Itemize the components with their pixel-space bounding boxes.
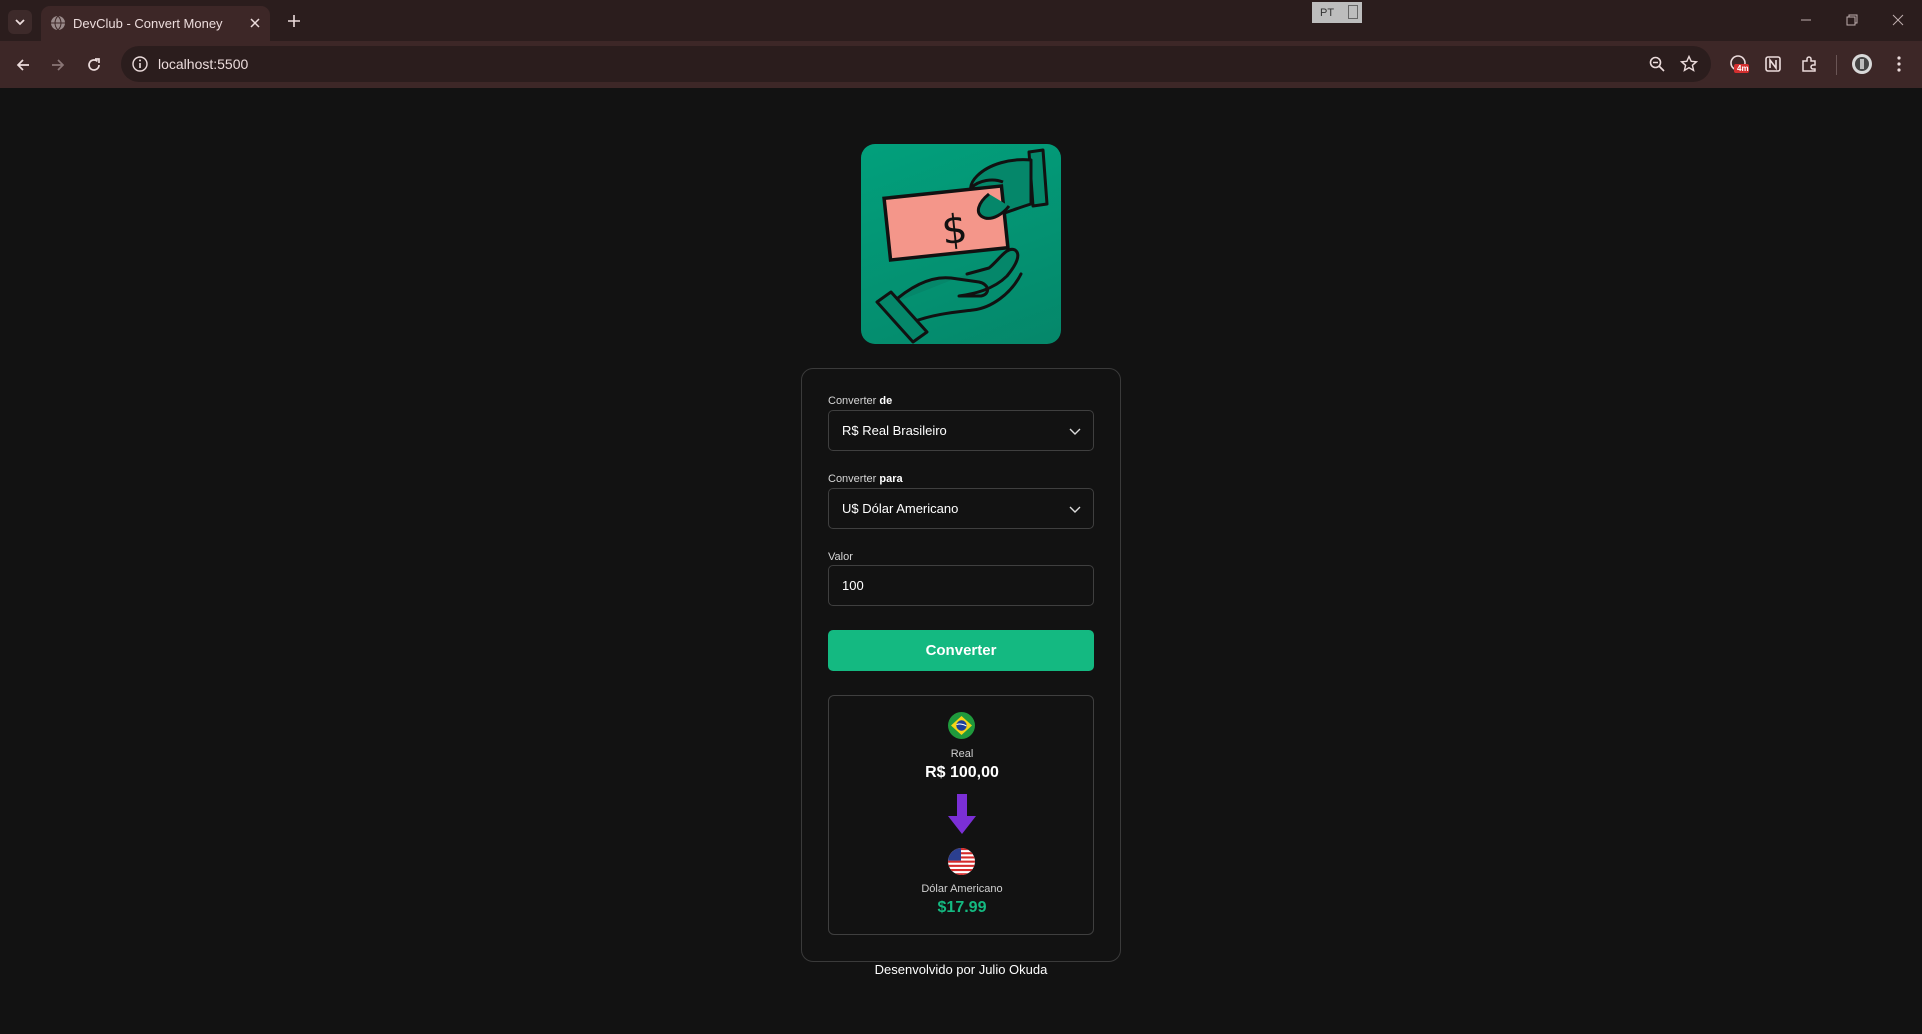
- to-currency-selected: U$ Dólar Americano: [842, 501, 959, 516]
- to-currency-label: Converter para: [828, 473, 903, 485]
- notion-icon: [1765, 56, 1781, 72]
- language-badge-text: PT: [1320, 6, 1335, 19]
- browser-toolbar: localhost:5500 4m: [0, 41, 1922, 88]
- browser-menu-button[interactable]: [1888, 53, 1910, 75]
- to-currency-select[interactable]: U$ Dólar Americano: [828, 488, 1094, 529]
- zoom-icon[interactable]: [1648, 55, 1666, 73]
- back-button[interactable]: [11, 53, 35, 77]
- window-close-button[interactable]: [1885, 8, 1911, 32]
- from-label-prefix: Converter: [828, 395, 877, 407]
- app-logo: $: [861, 144, 1061, 344]
- from-currency-select[interactable]: R$ Real Brasileiro: [828, 410, 1094, 451]
- close-icon: [250, 18, 260, 28]
- new-tab-button[interactable]: [283, 10, 305, 32]
- more-vertical-icon: [1897, 56, 1901, 72]
- tab-close-button[interactable]: [247, 15, 263, 31]
- language-badge[interactable]: PT: [1312, 2, 1362, 23]
- tab-search-button[interactable]: [8, 10, 32, 34]
- amount-label: Valor: [828, 551, 853, 563]
- svg-text:$: $: [939, 206, 969, 254]
- notion-extension-button[interactable]: [1762, 53, 1784, 75]
- developer-credit: Desenvolvido por Julio Okuda: [874, 962, 1048, 977]
- usa-flag-icon: [948, 848, 975, 875]
- chevron-down-icon: [1069, 428, 1081, 435]
- convert-button[interactable]: Converter: [828, 630, 1094, 671]
- extension-timer-icon[interactable]: 4m: [1728, 53, 1750, 75]
- chevron-down-icon: [15, 19, 25, 26]
- arrow-left-icon: [16, 59, 29, 71]
- globe-icon: [51, 15, 65, 31]
- money-hands-icon: $: [875, 148, 1049, 344]
- plus-icon: [288, 15, 300, 27]
- from-currency-name: Real: [950, 748, 974, 760]
- restore-button[interactable]: [1839, 8, 1865, 32]
- url-text: localhost:5500: [158, 56, 249, 72]
- tab-title: DevClub - Convert Money: [73, 16, 223, 31]
- extension-badge: 4m: [1737, 64, 1749, 73]
- from-label-bold: de: [879, 395, 893, 407]
- arrow-right-icon: [52, 59, 65, 71]
- forward-button[interactable]: [46, 53, 70, 77]
- amount-input[interactable]: 100: [828, 565, 1094, 606]
- page-viewport: $ Converter de R$ Real Brasileiro Conver…: [0, 88, 1922, 1034]
- browser-tabstrip: DevClub - Convert Money PT: [0, 0, 1922, 41]
- brazil-flag-icon: [948, 712, 975, 739]
- browser-tab-active[interactable]: DevClub - Convert Money: [41, 6, 270, 41]
- profile-avatar[interactable]: [1851, 53, 1873, 75]
- to-currency-value: $17.99: [937, 899, 987, 916]
- restore-icon: [1846, 14, 1858, 26]
- from-currency-selected: R$ Real Brasileiro: [842, 423, 947, 438]
- minimize-button[interactable]: [1793, 8, 1819, 32]
- minimize-icon: [1801, 19, 1811, 21]
- address-bar[interactable]: localhost:5500: [121, 46, 1711, 82]
- to-label-bold: para: [879, 473, 903, 485]
- reload-button[interactable]: [82, 53, 106, 77]
- info-icon[interactable]: [131, 55, 149, 73]
- avatar-icon: [1852, 54, 1872, 74]
- close-icon: [1892, 14, 1904, 26]
- to-currency-name: Dólar Americano: [921, 883, 1003, 895]
- bookmark-star-icon[interactable]: [1680, 55, 1698, 73]
- reload-icon: [88, 58, 100, 71]
- converter-card: Converter de R$ Real Brasileiro Converte…: [801, 368, 1121, 962]
- chevron-down-icon: [1069, 506, 1081, 513]
- arrow-down-icon: [948, 794, 976, 834]
- to-label-prefix: Converter: [828, 473, 877, 485]
- extensions-button[interactable]: [1798, 53, 1820, 75]
- puzzle-icon: [1802, 56, 1816, 72]
- toolbar-divider: [1836, 55, 1837, 75]
- conversion-result-box: Real R$ 100,00 Dólar Americano $17.99: [828, 695, 1094, 935]
- amount-input-value: 100: [842, 578, 864, 593]
- from-currency-value: R$ 100,00: [925, 764, 999, 781]
- from-currency-label: Converter de: [828, 395, 892, 407]
- translate-icon: [1348, 5, 1358, 19]
